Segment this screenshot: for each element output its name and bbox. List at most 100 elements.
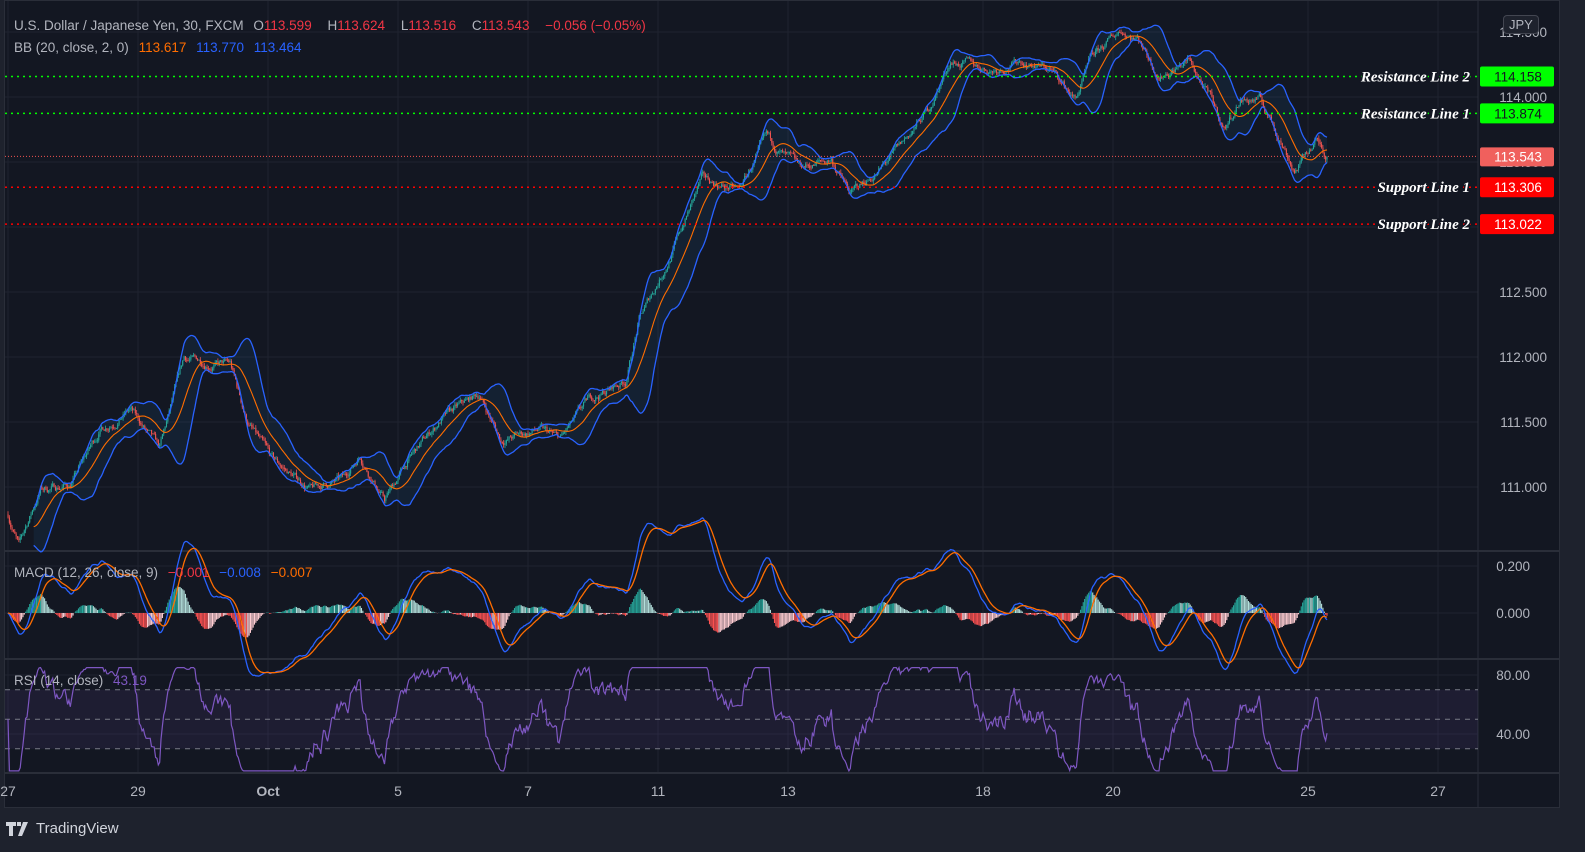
candle-body bbox=[226, 359, 228, 361]
candle-body bbox=[221, 360, 223, 363]
candle-body bbox=[662, 276, 665, 278]
candle-body bbox=[683, 226, 685, 228]
macd-hist-bar bbox=[1040, 613, 1042, 614]
candle-body bbox=[205, 367, 207, 369]
macd-hist-bar bbox=[228, 613, 230, 616]
candle-body bbox=[727, 188, 730, 190]
candle-body bbox=[868, 179, 870, 181]
candle-body bbox=[291, 475, 293, 477]
macd-hist-bar bbox=[1180, 602, 1182, 613]
candle-body bbox=[909, 135, 911, 138]
macd-hist-bar bbox=[1212, 613, 1214, 622]
candle-body bbox=[106, 428, 108, 430]
candle-body bbox=[535, 429, 537, 431]
macd-hist-bar bbox=[581, 604, 583, 613]
high-value: 113.624 bbox=[337, 18, 386, 33]
macd-hist-bar bbox=[1298, 613, 1300, 615]
candle-body bbox=[46, 489, 48, 493]
candle-body bbox=[434, 428, 436, 430]
macd-hist-bar bbox=[744, 613, 746, 615]
candle-body bbox=[1311, 149, 1313, 151]
macd-hist-bar bbox=[504, 613, 506, 626]
macd-hist-bar bbox=[1237, 597, 1239, 613]
candle-body bbox=[852, 187, 854, 190]
rsi-legend[interactable]: RSI (14, close) 43.19 bbox=[14, 673, 153, 688]
candle-body bbox=[1231, 118, 1233, 120]
macd-hist-bar bbox=[645, 595, 647, 613]
macd-hist-bar bbox=[461, 613, 463, 615]
support-price-value: 113.306 bbox=[1494, 180, 1542, 195]
macd-hist-bar bbox=[1071, 613, 1073, 621]
candle-body bbox=[564, 432, 566, 433]
candle-body bbox=[184, 356, 186, 360]
macd-hist-bar bbox=[757, 601, 759, 613]
macd-hist-bar bbox=[469, 613, 471, 617]
candle-body bbox=[1306, 152, 1308, 154]
symbol-legend: U.S. Dollar / Japanese Yen, 30, FXCM O11… bbox=[14, 18, 652, 33]
candle-body bbox=[1044, 66, 1046, 69]
candle-body bbox=[203, 366, 205, 369]
macd-hist-bar bbox=[1170, 608, 1172, 613]
macd-hist-bar bbox=[434, 612, 436, 613]
macd-hist-bar bbox=[471, 613, 474, 618]
time-axis-label: 20 bbox=[1105, 783, 1121, 799]
macd-hist-bar bbox=[857, 612, 860, 613]
candle-body bbox=[1097, 47, 1099, 51]
candle-body bbox=[58, 489, 61, 491]
candle-body bbox=[1103, 47, 1105, 49]
candle-body bbox=[191, 355, 193, 357]
candle-body bbox=[1256, 98, 1258, 100]
macd-hist-bar bbox=[1304, 598, 1306, 613]
candle-body bbox=[113, 427, 115, 429]
candle-body bbox=[641, 312, 643, 314]
macd-hist-bar bbox=[463, 613, 465, 617]
macd-legend[interactable]: MACD (12, 26, close, 9) −0.001 −0.008 −0… bbox=[14, 565, 318, 580]
macd-hist-bar bbox=[329, 606, 331, 613]
candle-body bbox=[286, 469, 288, 474]
resistance-price-value: 114.158 bbox=[1494, 69, 1542, 84]
macd-hist-bar bbox=[100, 608, 103, 613]
candle-body bbox=[962, 61, 964, 65]
macd-hist-bar bbox=[666, 613, 669, 617]
chart-canvas[interactable]: 2729Oct57111318202527114.500114.000113.5… bbox=[0, 0, 1585, 852]
macd-hist-bar bbox=[691, 610, 693, 613]
macd-hist-bar bbox=[736, 613, 738, 621]
candle-body bbox=[978, 65, 980, 69]
macd-hist-bar bbox=[867, 606, 869, 613]
candle-body bbox=[561, 434, 563, 436]
candle-body bbox=[518, 433, 520, 435]
symbol-title: U.S. Dollar / Japanese Yen, 30, FXCM bbox=[14, 18, 244, 33]
macd-hist-bar bbox=[1191, 606, 1193, 613]
macd-hist-bar bbox=[1182, 603, 1185, 613]
macd-hist-bar bbox=[485, 613, 487, 625]
macd-hist-bar bbox=[229, 613, 231, 616]
candle-body bbox=[30, 513, 32, 517]
macd-hist-bar bbox=[1029, 613, 1031, 615]
macd-hist-bar bbox=[721, 613, 723, 631]
macd-hist-bar bbox=[985, 613, 987, 624]
macd-hist-bar bbox=[1140, 613, 1143, 622]
macd-hist-bar bbox=[755, 604, 757, 613]
currency-badge[interactable]: JPY bbox=[1503, 15, 1539, 34]
candle-body bbox=[623, 384, 625, 385]
macd-hist-bar bbox=[1100, 602, 1102, 613]
candle-body bbox=[859, 184, 861, 189]
macd-hist-bar bbox=[639, 588, 641, 613]
candle-body bbox=[954, 62, 956, 64]
candle-body bbox=[723, 185, 725, 189]
macd-hist-bar bbox=[929, 611, 931, 613]
macd-hist-bar bbox=[1107, 608, 1109, 613]
macd-hist-bar bbox=[925, 608, 927, 613]
macd-hist-bar bbox=[1220, 613, 1222, 627]
candle-body bbox=[1119, 32, 1121, 33]
bb-legend[interactable]: BB (20, close, 2, 0) 113.617 113.770 113… bbox=[14, 40, 308, 55]
candle-body bbox=[553, 432, 555, 433]
candle-body bbox=[1237, 107, 1239, 108]
candle-body bbox=[31, 510, 33, 514]
macd-hist-bar bbox=[1063, 613, 1065, 621]
candle-body bbox=[813, 165, 815, 166]
macd-hist-bar bbox=[355, 606, 357, 613]
tradingview-logo[interactable]: TradingView bbox=[6, 820, 119, 837]
candle-body bbox=[967, 57, 969, 59]
candle-body bbox=[267, 445, 269, 448]
